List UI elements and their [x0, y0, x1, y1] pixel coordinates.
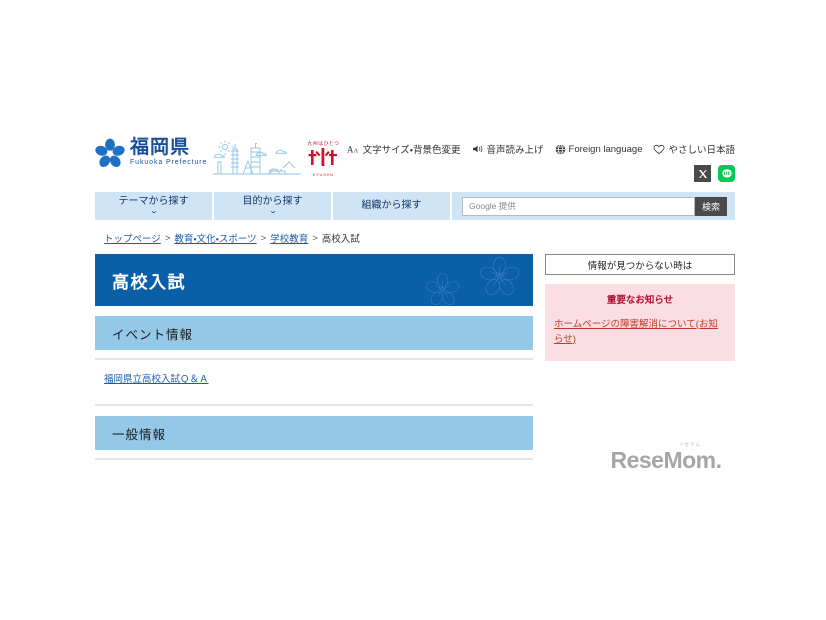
nav-tab-theme-label: テーマから探す	[118, 195, 189, 207]
site-logo[interactable]: 福岡県 Fukuoka Prefecture	[95, 130, 207, 168]
kyushu-tagline: 九州はひとつ	[307, 141, 340, 147]
section-heading-general: 一般情報	[95, 416, 533, 450]
search-button[interactable]: 検索	[695, 196, 727, 216]
notice-link-website-outage[interactable]: ホームページの障害解消について(お知らせ)	[554, 318, 726, 347]
sidebar: 情報が見つからない時は 重要なお知らせ ホームページの障害解消について(お知らせ…	[545, 254, 735, 362]
utility-item-foreign-language[interactable]: Foreign language	[555, 143, 643, 155]
kyushu-romaji: KYUSHU	[312, 172, 335, 177]
breadcrumb-separator: >	[260, 232, 267, 244]
kyushu-logo: 九州はひとつ KYUSHU	[307, 130, 339, 177]
heart-icon	[653, 144, 665, 155]
utility-label-easy-japanese: やさしい日本語	[668, 145, 735, 156]
main-navigation: テーマから探す ⌄ 目的から探す ⌄ 組織から探す 検索	[95, 192, 735, 220]
breadcrumb-item-current: 高校入試	[321, 234, 360, 245]
content-columns: 高校入試 イベント情報 福岡県立高校入試Ｑ＆Ａ 一般情報 情報が見つからない時は…	[95, 254, 735, 460]
globe-icon	[555, 143, 566, 155]
section-divider	[95, 404, 533, 406]
nav-tab-theme[interactable]: テーマから探す ⌄	[95, 192, 214, 220]
kyushu-mark-icon	[307, 147, 339, 172]
section-divider	[95, 458, 533, 460]
watermark-text: ReseMom.	[610, 446, 722, 473]
main-content: 高校入試 イベント情報 福岡県立高校入試Ｑ＆Ａ 一般情報	[95, 254, 533, 460]
nav-tab-organization[interactable]: 組織から探す	[333, 192, 452, 220]
utility-item-easy-japanese[interactable]: やさしい日本語	[653, 142, 735, 156]
line-icon[interactable]	[718, 165, 735, 182]
help-button[interactable]: 情報が見つからない時は	[545, 254, 735, 275]
brand-text: 福岡県 Fukuoka Prefecture	[130, 138, 207, 167]
svg-text:A: A	[353, 147, 358, 154]
breadcrumb-item-education[interactable]: 教育・文化・スポーツ	[174, 231, 256, 245]
page-title-banner: 高校入試	[95, 254, 533, 306]
section-heading-general-label: 一般情報	[112, 427, 167, 442]
link-high-school-exam-qa[interactable]: 福岡県立高校入試Ｑ＆Ａ	[104, 374, 209, 385]
utility-item-read-aloud[interactable]: 音声読み上げ	[472, 142, 544, 156]
search-input[interactable]	[462, 196, 695, 216]
utility-links: A A 文字サイズ・背景色変更 音声読み上げ Foreign language …	[339, 142, 735, 157]
utility-column: A A 文字サイズ・背景色変更 音声読み上げ Foreign language …	[339, 130, 735, 182]
page-container: 福岡県 Fukuoka Prefecture 九州はひとつ KYUSHU A A…	[95, 130, 735, 460]
event-link-row: 福岡県立高校入試Ｑ＆Ａ	[95, 360, 533, 396]
utility-item-font-size[interactable]: A A 文字サイズ・背景色変更	[347, 142, 461, 156]
breadcrumb-separator: >	[164, 232, 171, 244]
breadcrumb-item-top[interactable]: トップページ	[104, 231, 161, 245]
speaker-icon	[472, 144, 484, 154]
utility-label-read-aloud: 音声読み上げ	[486, 145, 544, 156]
plum-blossom-watermark-icon	[403, 254, 533, 306]
section-heading-event: イベント情報	[95, 316, 533, 350]
utility-label-foreign-language: Foreign language	[568, 143, 643, 155]
chevron-down-icon: ⌄	[148, 208, 159, 216]
important-notice-box: 重要なお知らせ ホームページの障害解消について(お知らせ)	[545, 284, 735, 362]
page-title: 高校入試	[112, 272, 186, 292]
font-size-icon: A A	[347, 144, 360, 154]
resemom-watermark: リセマム ReseMom.	[596, 442, 736, 473]
social-links	[339, 165, 735, 182]
breadcrumb: トップページ > 教育・文化・スポーツ > 学校教育 > 高校入試	[95, 231, 735, 246]
breadcrumb-separator: >	[312, 232, 318, 244]
cityscape-illustration-icon	[213, 130, 302, 181]
brand-name-jp: 福岡県	[130, 137, 191, 159]
plum-blossom-logo-icon	[95, 138, 125, 168]
nav-tab-purpose[interactable]: 目的から探す ⌄	[214, 192, 333, 220]
search-area: 検索	[452, 192, 735, 220]
brand-name-en: Fukuoka Prefecture	[130, 159, 208, 167]
section-heading-event-label: イベント情報	[112, 327, 194, 342]
x-icon[interactable]	[694, 165, 711, 182]
chevron-down-icon: ⌄	[267, 208, 278, 216]
notice-title: 重要なお知らせ	[606, 295, 674, 306]
nav-tab-purpose-label: 目的から探す	[242, 195, 303, 207]
site-header: 福岡県 Fukuoka Prefecture 九州はひとつ KYUSHU A A…	[95, 130, 735, 186]
utility-label-font-size: 文字サイズ・背景色変更	[362, 145, 461, 156]
nav-tab-organization-label: 組織から探す	[361, 199, 422, 211]
breadcrumb-item-school-education[interactable]: 学校教育	[270, 231, 308, 245]
